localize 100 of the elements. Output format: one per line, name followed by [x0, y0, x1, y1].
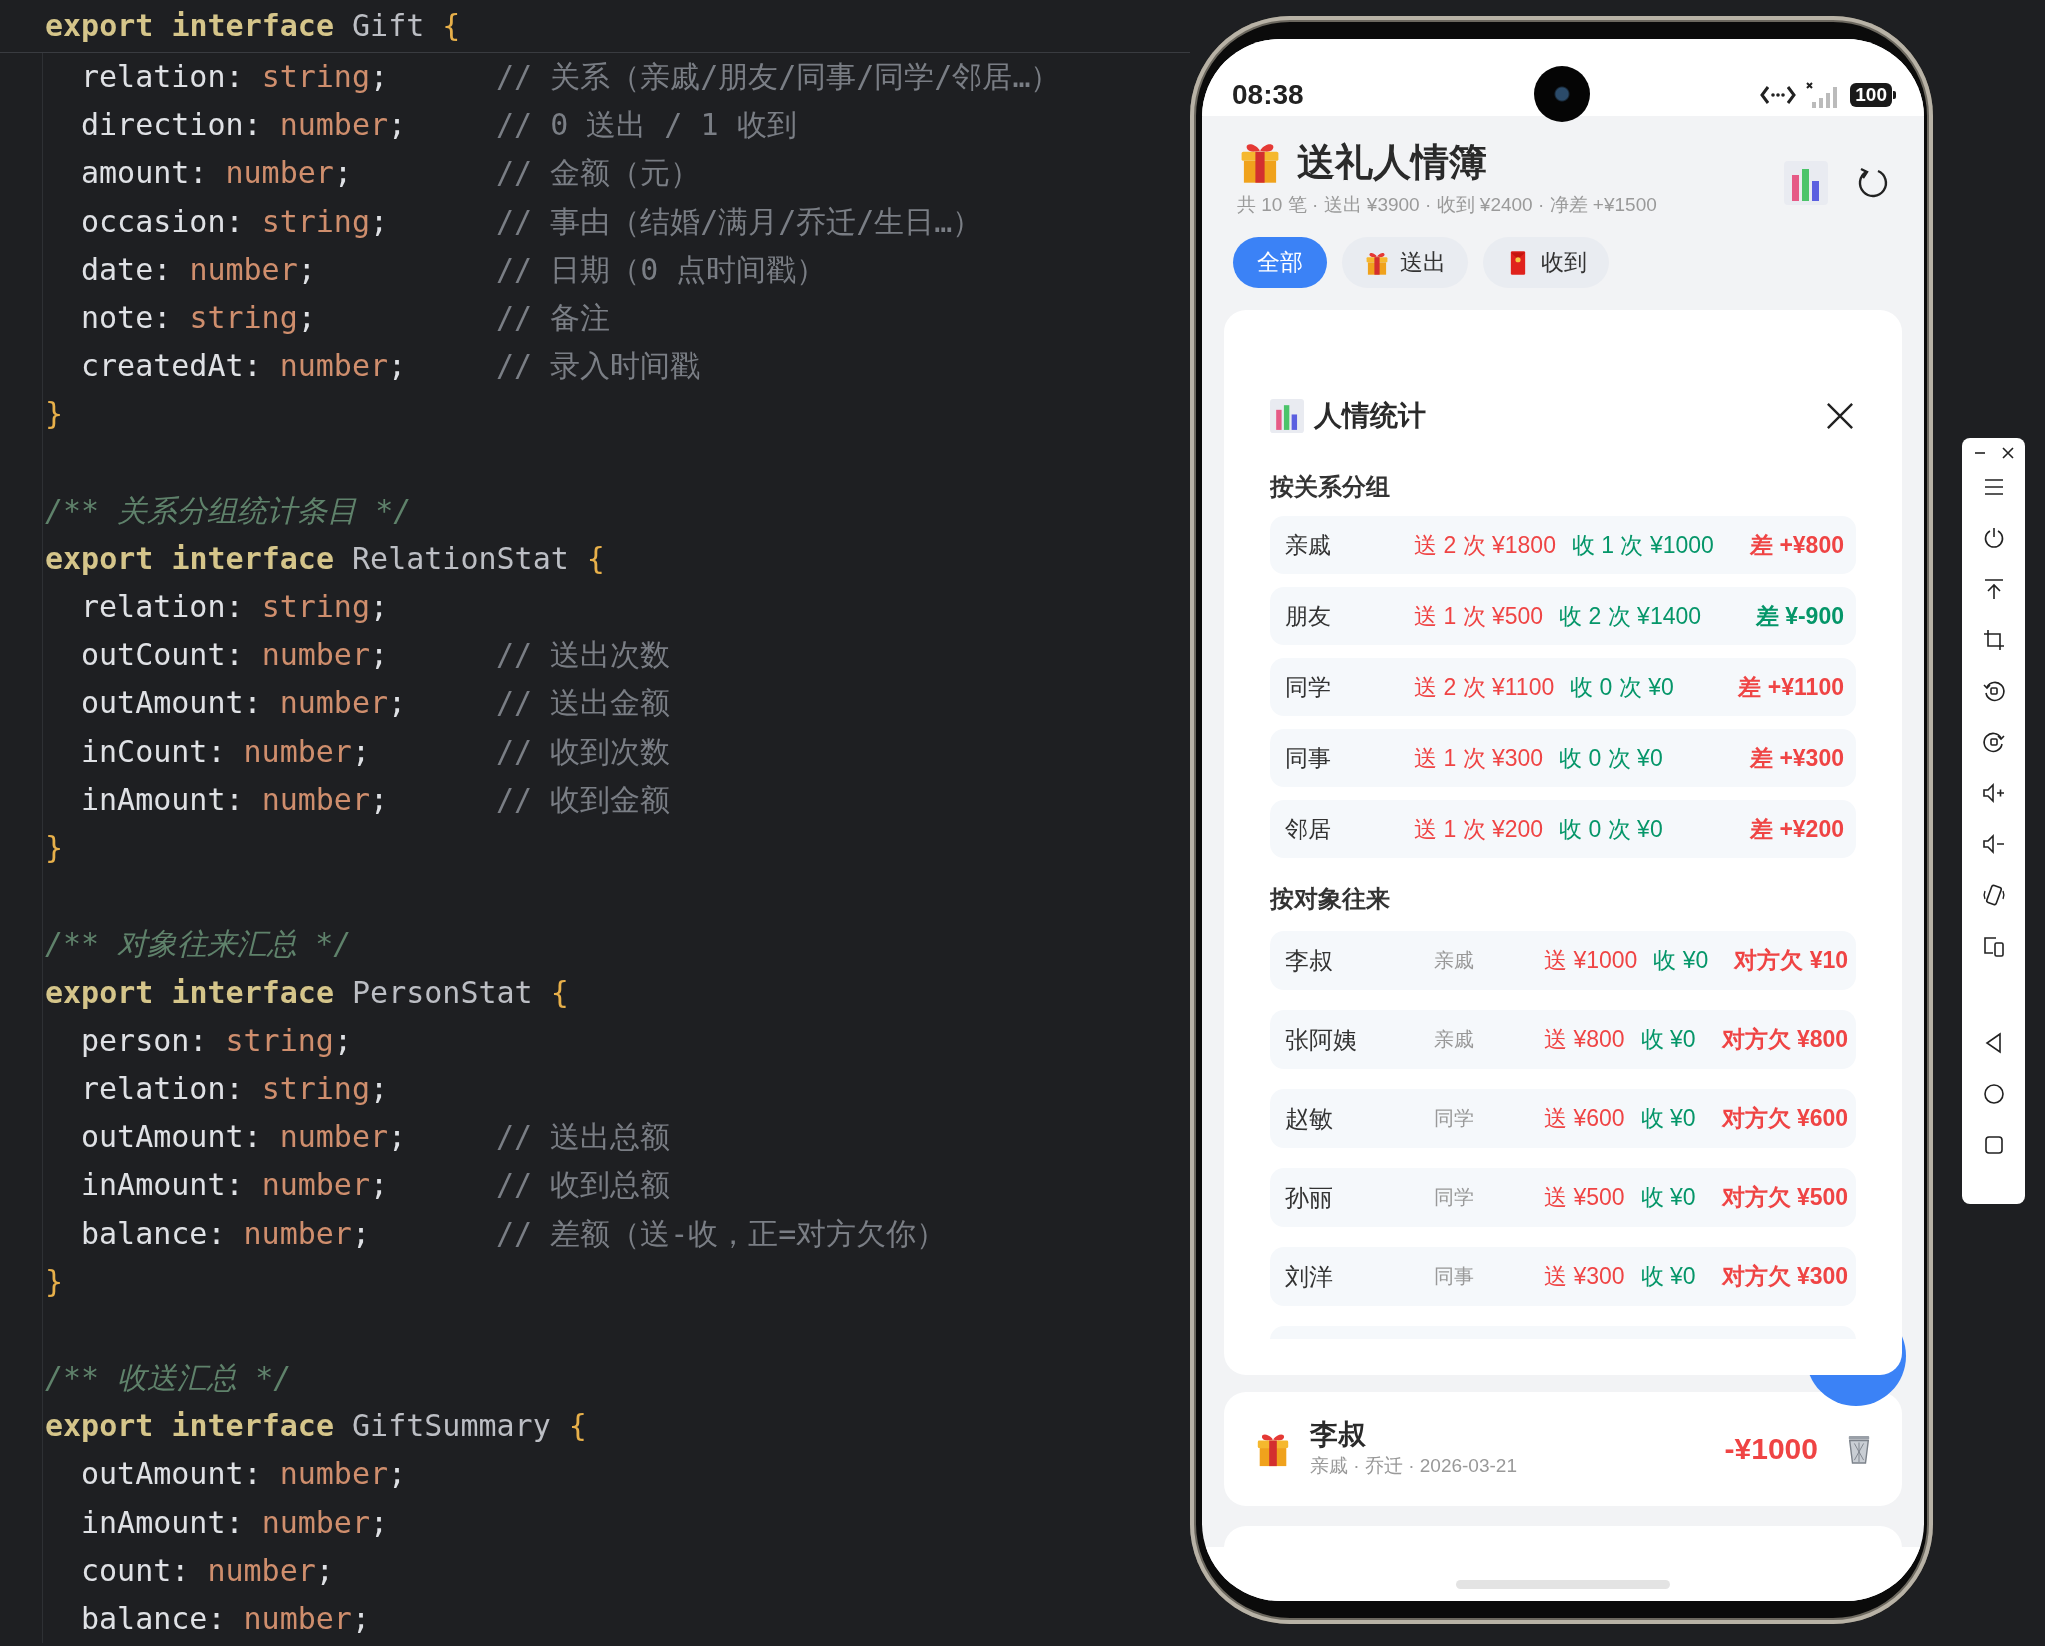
code-text: outAmount: number; [81, 684, 408, 723]
received-text: 收 0 次 ¥0 [1559, 743, 1663, 773]
relation-name: 邻居 [1285, 814, 1332, 844]
received-text: 收 0 次 ¥0 [1559, 814, 1663, 844]
rotate-left-icon[interactable] [1981, 679, 2006, 703]
sent-text: 送 ¥1000 [1544, 946, 1638, 975]
received-text: 收 ¥0 [1640, 1183, 1696, 1212]
balance-text: 差 +¥800 [1750, 530, 1844, 560]
code-comment: // 0 送出 / 1 收到 [496, 106, 797, 145]
person-name: 孙丽 [1285, 1182, 1334, 1213]
record-name: 李叔 [1310, 1418, 1367, 1452]
received-text: 收 1 次 ¥1000 [1571, 530, 1714, 560]
balance-text: 差 +¥300 [1750, 743, 1844, 773]
section-title: 按关系分组 [1270, 472, 1391, 502]
relation-label: 同学 [1434, 1185, 1475, 1210]
received-text: 收 0 次 ¥0 [1570, 672, 1674, 702]
code-text: inAmount: number; [81, 1503, 390, 1542]
code-text: export interface GiftSummary { [45, 1407, 587, 1446]
relation-name: 同学 [1285, 672, 1332, 702]
filter-tab[interactable]: 全部 [1233, 237, 1327, 288]
section-title: 按对象往来 [1270, 884, 1391, 914]
code-text: } [45, 395, 64, 434]
relation-name: 朋友 [1285, 601, 1332, 631]
person-name: 赵敏 [1285, 1103, 1334, 1134]
sent-text: 送 1 次 ¥500 [1414, 601, 1544, 631]
rotate-right-icon[interactable] [1981, 730, 2006, 754]
filter-tab[interactable]: 送出 [1342, 237, 1468, 288]
person-name: 李叔 [1285, 945, 1334, 976]
panel-title: 人情统计 [1314, 399, 1427, 433]
doc-comment: /** 对象往来汇总 */ [45, 925, 352, 964]
balance-text: 对方欠 ¥500 [1721, 1183, 1849, 1212]
crop-icon[interactable] [1981, 628, 2006, 652]
code-text: direction: number; [81, 106, 408, 145]
relation-label: 同学 [1434, 1106, 1475, 1131]
refresh-icon[interactable] [1856, 165, 1890, 200]
code-comment: // 送出总额 [496, 1118, 671, 1157]
code-text: inAmount: number; [81, 1166, 390, 1205]
code-text: outAmount: number; [81, 1118, 408, 1157]
volume-down-icon[interactable] [1981, 832, 2006, 856]
trash-icon[interactable] [1846, 1434, 1872, 1464]
code-comment: // 差额（送-收，正=对方欠你） [496, 1214, 947, 1253]
relation-name: 亲戚 [1285, 530, 1332, 560]
code-comment: // 送出金额 [496, 684, 671, 723]
code-text: } [45, 829, 64, 867]
code-text: balance: number; [81, 1600, 371, 1638]
volume-up-icon[interactable] [1981, 781, 2006, 805]
code-text: amount: number; [81, 154, 353, 193]
code-text: export interface PersonStat { [45, 973, 569, 1012]
sent-text: 送 1 次 ¥300 [1414, 743, 1544, 773]
code-text: note: string; [81, 298, 317, 337]
balance-text: 对方欠 ¥10 [1734, 946, 1849, 975]
bar-chart-icon [1270, 399, 1304, 433]
balance-text: 差 +¥200 [1750, 814, 1844, 844]
doc-comment: /** 关系分组统计条目 */ [45, 491, 412, 530]
relation-label: 同事 [1434, 1264, 1475, 1289]
received-text: 收 ¥0 [1640, 1104, 1696, 1133]
record-card[interactable]: 李叔 亲戚 · 乔迁 · 2026-03-21 -¥1000 [1224, 1392, 1902, 1506]
summary-text: 共 10 笔 · 送出 ¥3900 · 收到 ¥2400 · 净差 +¥1500 [1237, 193, 1657, 217]
code-text: count: number; [81, 1551, 335, 1590]
code-comment: // 备注 [496, 298, 611, 337]
close-icon[interactable] [2000, 446, 2015, 460]
balance-text: 差 +¥1100 [1738, 672, 1844, 702]
code-comment: // 金额（元） [496, 154, 701, 193]
code-text: } [45, 1262, 64, 1301]
code-text: occasion: string; [81, 202, 390, 241]
balance-text: 对方欠 ¥800 [1721, 1025, 1849, 1054]
rotate-device-icon[interactable] [1981, 883, 2006, 907]
person-name: 刘洋 [1285, 1261, 1334, 1292]
bar-chart-icon[interactable] [1784, 160, 1828, 205]
sent-text: 送 ¥600 [1544, 1104, 1625, 1133]
home-icon[interactable] [1981, 1082, 2006, 1106]
close-icon[interactable] [1826, 402, 1854, 430]
status-time: 08:38 [1232, 78, 1304, 111]
sent-text: 送 ¥800 [1544, 1025, 1625, 1054]
code-comment: // 收到次数 [496, 732, 671, 771]
sent-text: 送 2 次 ¥1800 [1414, 530, 1556, 560]
code-text: balance: number; [81, 1214, 371, 1253]
received-text: 收 ¥0 [1640, 1025, 1696, 1054]
received-text: 收 2 次 ¥1400 [1559, 601, 1702, 631]
code-text: inAmount: number; [81, 780, 390, 819]
sent-text: 送 ¥300 [1544, 1262, 1625, 1291]
code-comment: // 日期（0 点时间戳） [496, 250, 827, 289]
code-text: export interface Gift { [45, 8, 461, 43]
code-comment: // 送出次数 [496, 636, 671, 675]
devices-icon[interactable] [1981, 934, 2006, 958]
relation-name: 同事 [1285, 743, 1332, 773]
code-text: relation: string; [81, 1069, 390, 1108]
data-transfer-icon [1760, 83, 1797, 106]
record-meta: 亲戚 · 乔迁 · 2026-03-21 [1310, 1454, 1518, 1478]
filter-tab[interactable]: 收到 [1483, 237, 1609, 288]
balance-text: 对方欠 ¥600 [1721, 1104, 1849, 1133]
person-name: 张阿姨 [1285, 1024, 1358, 1055]
code-text: date: number; [81, 250, 317, 289]
code-text: outCount: number; [81, 636, 390, 675]
relation-label: 亲戚 [1434, 948, 1475, 973]
received-text: 收 ¥0 [1640, 1262, 1696, 1291]
balance-text: 差 ¥-900 [1755, 601, 1844, 631]
code-text: inCount: number; [81, 732, 371, 771]
received-text: 收 ¥0 [1653, 946, 1709, 975]
balance-text: 对方欠 ¥300 [1721, 1262, 1849, 1291]
